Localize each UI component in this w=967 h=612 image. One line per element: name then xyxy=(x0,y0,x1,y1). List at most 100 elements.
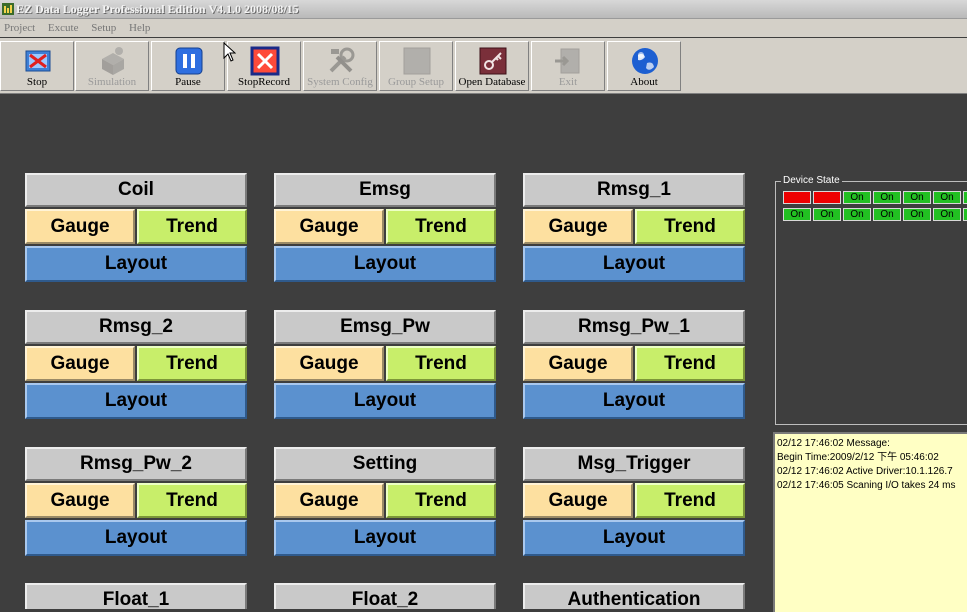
layout-button[interactable]: Layout xyxy=(274,520,496,556)
panel-title: Rmsg_2 xyxy=(25,310,247,344)
device-lamp xyxy=(963,208,967,221)
panel-emsg: Emsg Gauge Trend Layout xyxy=(274,173,496,283)
device-lamp: On xyxy=(903,191,931,204)
layout-button[interactable]: Layout xyxy=(274,246,496,282)
pause-icon xyxy=(175,47,203,75)
mouse-cursor-icon xyxy=(223,42,236,62)
panel-emsg-pw: Emsg_Pw Gauge Trend Layout xyxy=(274,310,496,420)
toolbar: Stop Simulation Pause StopRecord System … xyxy=(0,38,967,94)
device-lamp: On xyxy=(873,208,901,221)
panel-msg-trigger: Msg_Trigger Gauge Trend Layout xyxy=(523,447,745,557)
globe-icon xyxy=(632,48,658,74)
panel-title: Emsg_Pw xyxy=(274,310,496,344)
trend-button[interactable]: Trend xyxy=(386,209,496,244)
panel-float-1: Float_1 xyxy=(25,583,247,609)
menu-excute[interactable]: Excute xyxy=(44,19,85,37)
simulation-label: Simulation xyxy=(87,76,137,88)
open-database-button[interactable]: Open Database xyxy=(455,41,529,91)
layout-button[interactable]: Layout xyxy=(25,383,247,419)
device-lamp: On xyxy=(873,191,901,204)
exit-button[interactable]: Exit xyxy=(531,41,605,91)
log-line: 02/12 17:46:02 Active Driver:10.1.126.7 xyxy=(777,466,953,477)
device-lamp xyxy=(813,191,841,204)
device-state-group: Device State On On On On On On On On On … xyxy=(775,174,967,425)
panel-float-2: Float_2 xyxy=(274,583,496,609)
trend-button[interactable]: Trend xyxy=(386,483,496,518)
panel-rmsg-pw-1: Rmsg_Pw_1 Gauge Trend Layout xyxy=(523,310,745,420)
log-line: Begin Time:2009/2/12 下午 05:46:02 xyxy=(777,452,939,463)
layout-button[interactable]: Layout xyxy=(523,246,745,282)
stop-icon xyxy=(25,50,51,72)
device-lamp: On xyxy=(933,208,961,221)
tools-icon xyxy=(329,47,355,73)
group-setup-label: Group Setup xyxy=(388,76,444,88)
trend-button[interactable]: Trend xyxy=(635,209,745,244)
about-label: About xyxy=(630,76,658,88)
gauge-button[interactable]: Gauge xyxy=(274,346,384,381)
database-key-icon xyxy=(479,47,507,75)
about-button[interactable]: About xyxy=(607,41,681,91)
gauge-button[interactable]: Gauge xyxy=(523,483,633,518)
panel-title: Emsg xyxy=(274,173,496,207)
layout-button[interactable]: Layout xyxy=(523,520,745,556)
device-lamp xyxy=(783,191,811,204)
app-icon xyxy=(2,3,14,15)
layout-button[interactable]: Layout xyxy=(523,383,745,419)
group-setup-button[interactable]: Group Setup xyxy=(379,41,453,91)
device-state-title: Device State xyxy=(781,174,842,188)
panel-title: Coil xyxy=(25,173,247,207)
device-lamp: On xyxy=(903,208,931,221)
layout-button[interactable]: Layout xyxy=(274,383,496,419)
simulation-button[interactable]: Simulation xyxy=(75,41,149,91)
trend-button[interactable]: Trend xyxy=(137,483,247,518)
gauge-button[interactable]: Gauge xyxy=(274,209,384,244)
panel-title: Rmsg_1 xyxy=(523,173,745,207)
gauge-button[interactable]: Gauge xyxy=(25,346,135,381)
stop-label: Stop xyxy=(26,76,48,88)
panel-title: Setting xyxy=(274,447,496,481)
gauge-button[interactable]: Gauge xyxy=(523,209,633,244)
gauge-button[interactable]: Gauge xyxy=(523,346,633,381)
trend-button[interactable]: Trend xyxy=(635,346,745,381)
simulation-icon xyxy=(102,47,124,75)
open-database-label: Open Database xyxy=(458,76,526,88)
stop-button[interactable]: Stop xyxy=(0,41,74,91)
stop-record-button[interactable]: StopRecord xyxy=(227,41,301,91)
panel-rmsg-2: Rmsg_2 Gauge Trend Layout xyxy=(25,310,247,420)
device-lamp: On xyxy=(783,208,811,221)
title-bar: EZ Data Logger Professional Edition V4.1… xyxy=(0,0,967,19)
menu-bar: Project Excute Setup Help xyxy=(0,19,967,37)
panel-rmsg-pw-2: Rmsg_Pw_2 Gauge Trend Layout xyxy=(25,447,247,557)
panel-authentication: Authentication xyxy=(523,583,745,609)
menu-setup[interactable]: Setup xyxy=(87,19,122,37)
panel-title: Float_2 xyxy=(274,583,496,609)
trend-button[interactable]: Trend xyxy=(137,346,247,381)
pause-button[interactable]: Pause xyxy=(151,41,225,91)
exit-label: Exit xyxy=(558,76,578,88)
message-log[interactable]: 02/12 17:46:02 Message: Begin Time:2009/… xyxy=(773,432,967,612)
trend-button[interactable]: Trend xyxy=(386,346,496,381)
gauge-button[interactable]: Gauge xyxy=(274,483,384,518)
panel-title: Rmsg_Pw_1 xyxy=(523,310,745,344)
panel-title: Float_1 xyxy=(25,583,247,609)
trend-button[interactable]: Trend xyxy=(137,209,247,244)
pause-label: Pause xyxy=(175,76,201,88)
trend-button[interactable]: Trend xyxy=(635,483,745,518)
window-title: EZ Data Logger Professional Edition V4.1… xyxy=(16,2,299,16)
device-lamp: On xyxy=(813,208,841,221)
stop-record-label: StopRecord xyxy=(238,76,290,88)
panel-title: Rmsg_Pw_2 xyxy=(25,447,247,481)
layout-button[interactable]: Layout xyxy=(25,246,247,282)
group-icon xyxy=(403,47,431,75)
menu-project[interactable]: Project xyxy=(0,19,41,37)
system-config-label: System Config xyxy=(307,76,373,88)
panel-setting: Setting Gauge Trend Layout xyxy=(274,447,496,557)
gauge-button[interactable]: Gauge xyxy=(25,209,135,244)
stop-record-icon xyxy=(250,46,280,76)
menu-help[interactable]: Help xyxy=(125,19,156,37)
gauge-button[interactable]: Gauge xyxy=(25,483,135,518)
layout-button[interactable]: Layout xyxy=(25,520,247,556)
system-config-button[interactable]: System Config xyxy=(303,41,377,91)
log-line: 02/12 17:46:02 Message: xyxy=(777,438,890,449)
panel-coil: Coil Gauge Trend Layout xyxy=(25,173,247,283)
